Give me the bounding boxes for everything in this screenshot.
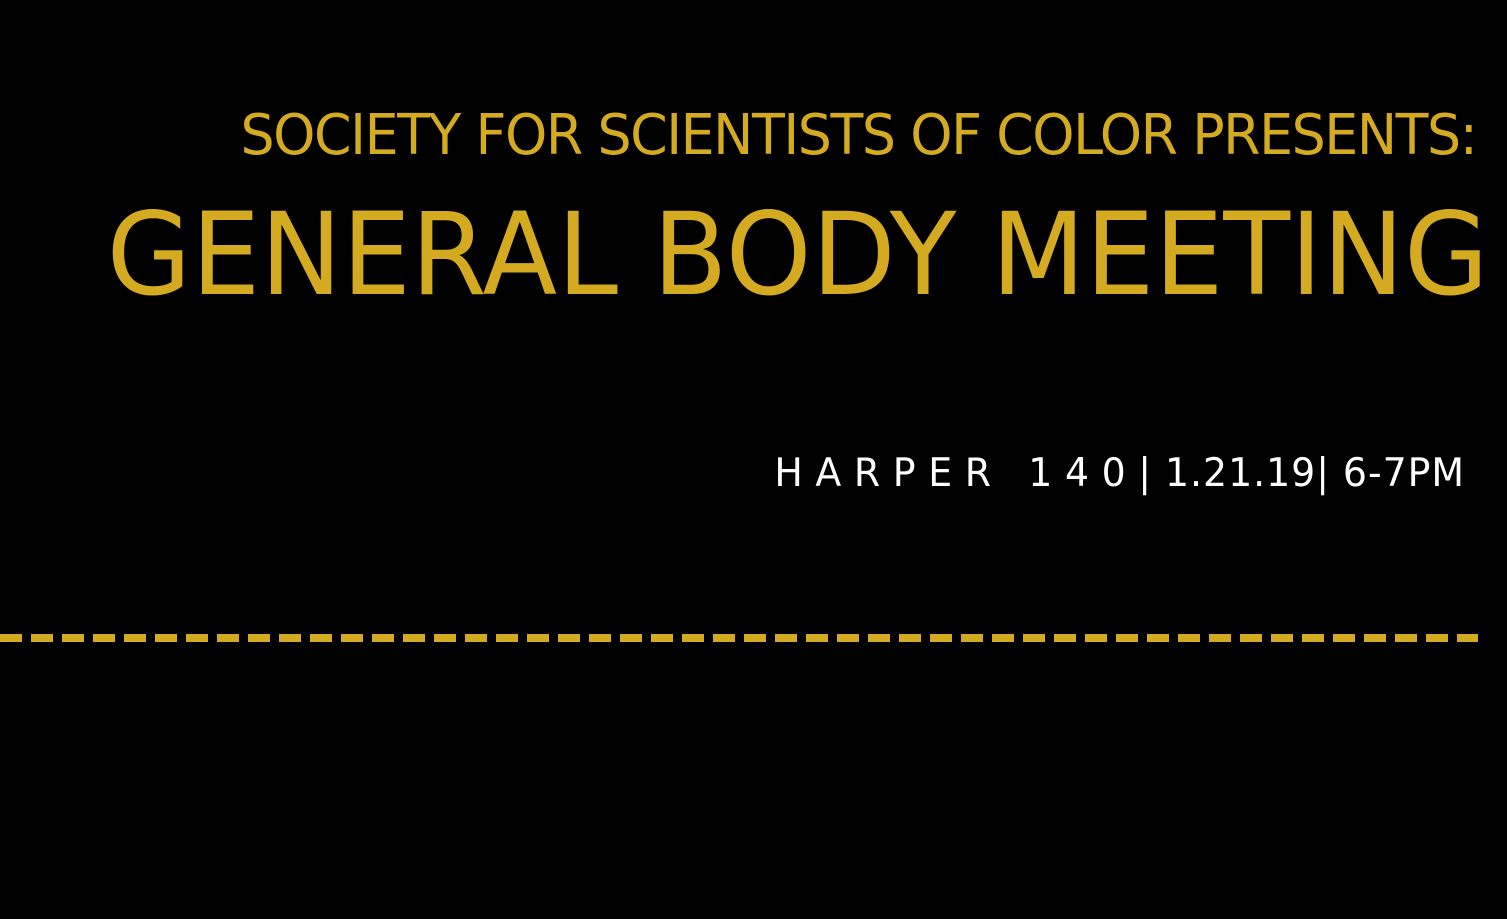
- event-details: HARPER 140| 1.21.19| 6-7PM: [774, 454, 1465, 493]
- dashed-divider: [0, 634, 1478, 642]
- presenter-line: SOCIETY FOR SCIENTISTS OF COLOR PRESENTS…: [240, 103, 1477, 168]
- event-date-time: | 1.21.19| 6-7PM: [1138, 451, 1465, 496]
- event-location: HARPER 140: [774, 451, 1139, 496]
- event-title: GENERAL BODY MEETING: [106, 188, 1489, 321]
